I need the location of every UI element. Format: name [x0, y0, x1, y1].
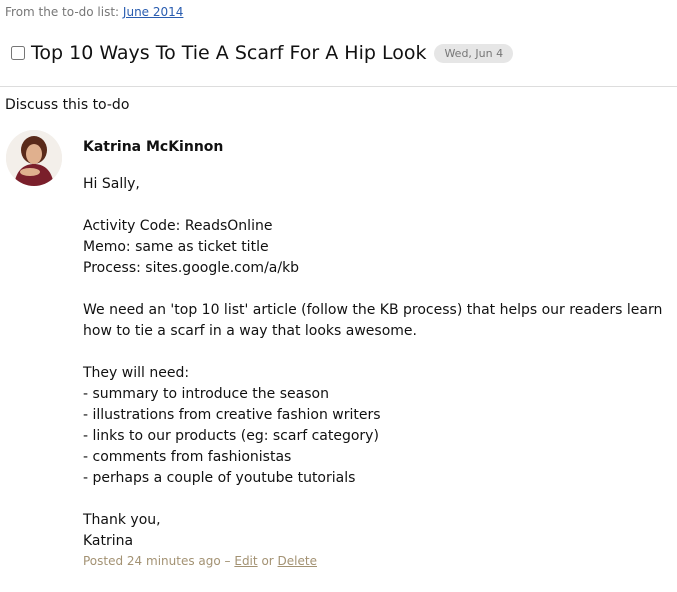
comment-meta: Posted 24 minutes ago – Edit or Delete [83, 554, 673, 568]
todo-title[interactable]: Top 10 Ways To Tie A Scarf For A Hip Loo… [31, 42, 426, 64]
comment-line: Thank you, [83, 512, 161, 528]
discussion-heading: Discuss this to-do [5, 97, 130, 113]
comment-line [83, 195, 673, 216]
posted-timestamp: Posted 24 minutes ago – [83, 554, 231, 568]
delete-link[interactable]: Delete [278, 554, 317, 568]
comment-line: - summary to introduce the season [83, 386, 329, 402]
avatar-image [6, 130, 62, 186]
comment-line [83, 489, 673, 510]
breadcrumb-prefix: From the to-do list: [5, 5, 120, 19]
edit-link[interactable]: Edit [234, 554, 257, 568]
comment-line: how to tie a scarf in a way that looks a… [83, 323, 417, 339]
comment-line: Activity Code: ReadsOnline [83, 218, 273, 234]
comment-line: Process: sites.google.com/a/kb [83, 260, 300, 276]
comment-line [83, 342, 673, 363]
comment-line: Hi Sally, [83, 176, 140, 192]
todo-header: Top 10 Ways To Tie A Scarf For A Hip Loo… [11, 42, 514, 64]
comment: Katrina McKinnon Hi Sally, Activity Code… [83, 139, 673, 568]
comment-line: - comments from fashionistas [83, 449, 292, 465]
comment-line: Memo: same as ticket title [83, 239, 269, 255]
comment-line [83, 279, 673, 300]
comment-line: - illustrations from creative fashion wr… [83, 407, 381, 423]
todo-complete-checkbox[interactable] [11, 46, 25, 60]
due-date-badge[interactable]: Wed, Jun 4 [434, 43, 514, 63]
avatar [6, 130, 62, 186]
comment-line: They will need: [83, 365, 190, 381]
comment-line: - links to our products (eg: scarf categ… [83, 428, 379, 444]
breadcrumb: From the to-do list: June 2014 [5, 5, 183, 19]
comment-body: Hi Sally, Activity Code: ReadsOnline Mem… [83, 174, 673, 552]
comment-author: Katrina McKinnon [83, 139, 224, 155]
comment-line: Katrina [83, 533, 134, 549]
meta-separator: or [261, 554, 274, 568]
comment-line: - perhaps a couple of youtube tutorials [83, 470, 356, 486]
comment-line: We need an 'top 10 list' article (follow… [83, 302, 663, 318]
todo-list-link[interactable]: June 2014 [123, 5, 184, 19]
divider [0, 86, 677, 87]
